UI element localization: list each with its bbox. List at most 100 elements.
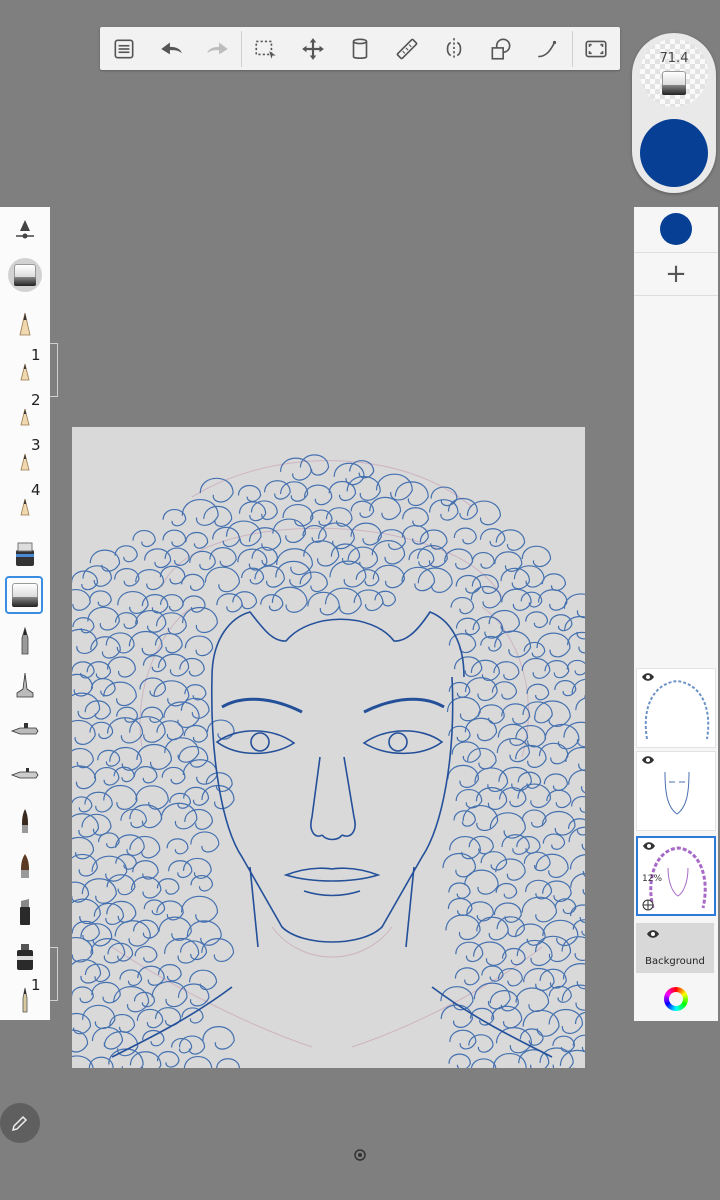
brush-eraser-selected[interactable] <box>0 573 50 617</box>
brush-airbrush[interactable] <box>0 709 50 753</box>
hair-curl-stroke <box>163 701 200 729</box>
hair-curl-stroke <box>429 499 459 521</box>
brush-variant-number: 1 <box>31 346 41 364</box>
fullscreen-button[interactable] <box>573 27 620 70</box>
hair-curl-stroke <box>114 567 140 587</box>
eraser-icon <box>12 583 38 607</box>
brush-group-bracket <box>50 343 58 397</box>
hair-curl-stroke <box>91 981 121 1004</box>
airbrush-icon <box>10 723 39 735</box>
shape-button[interactable] <box>478 27 525 70</box>
layer-color-swatch[interactable] <box>660 213 692 245</box>
eye-icon[interactable] <box>646 929 660 939</box>
color-wheel-icon[interactable] <box>664 987 688 1011</box>
fill-button[interactable] <box>336 27 383 70</box>
canvas-handle-icon[interactable] <box>354 1149 366 1161</box>
hair-curl-stroke <box>72 986 94 1004</box>
eye-icon[interactable] <box>641 755 655 765</box>
hair-curl-stroke <box>72 796 93 813</box>
layer-thumbnail-2[interactable] <box>636 751 716 831</box>
brush-pencil-2[interactable]: 2 <box>0 391 50 437</box>
hair-curl-stroke <box>89 721 114 740</box>
ruler-button[interactable] <box>384 27 431 70</box>
hair-curl-stroke <box>369 496 402 521</box>
layer-lock-icon <box>642 899 654 911</box>
hair-curl-stroke <box>570 873 585 895</box>
fullscreen-icon <box>585 40 608 57</box>
hair-curl-stroke <box>135 610 167 633</box>
pencil-icon <box>11 1115 28 1132</box>
brush-pencil-3[interactable]: 3 <box>0 436 50 482</box>
hair-curl-stroke <box>466 500 501 526</box>
drawing-canvas[interactable] <box>72 427 585 1068</box>
hair-curl-stroke <box>470 659 501 682</box>
hair-curl-stroke <box>542 833 566 850</box>
brush-properties-button[interactable] <box>0 207 50 251</box>
brush-pencil-1[interactable]: 1 <box>0 346 50 392</box>
brush-paintbrush-wide[interactable] <box>0 844 50 888</box>
undo-icon <box>160 42 182 54</box>
add-layer-button[interactable]: + <box>634 252 718 296</box>
hair-curl-stroke <box>516 836 541 854</box>
brush-felt-marker[interactable] <box>0 935 50 979</box>
hair-curl-stroke <box>299 571 328 593</box>
brush-group-bracket <box>50 947 58 1001</box>
brush-fountain-pen[interactable] <box>0 664 50 708</box>
brush-airbrush-fine[interactable] <box>0 753 50 797</box>
hair-curl-stroke <box>103 681 137 707</box>
layer-thumbnail-1[interactable] <box>636 668 716 748</box>
redo-button[interactable] <box>194 27 241 70</box>
layers-list-button[interactable] <box>100 27 147 70</box>
eye-icon[interactable] <box>641 672 655 682</box>
paintbrush-wide-icon <box>21 854 29 878</box>
hair-curl-stroke <box>144 548 172 569</box>
brush-variant-number: 4 <box>31 481 41 499</box>
symmetry-button[interactable] <box>431 27 478 70</box>
brush-properties-icon <box>16 220 34 239</box>
hair-curl-stroke <box>216 593 243 613</box>
background-layer-label: Background <box>645 956 705 967</box>
hair-curl-stroke <box>468 835 494 855</box>
brush-marker[interactable] <box>0 531 50 575</box>
hair-curl-stroke <box>453 527 477 545</box>
brush-chisel-marker[interactable] <box>0 890 50 934</box>
hair-curl-stroke <box>303 484 333 506</box>
selection-button[interactable] <box>242 27 289 70</box>
hair-curl-stroke <box>143 899 166 916</box>
hair-curl-stroke <box>468 1034 494 1053</box>
brush-variant-number: 1 <box>31 976 41 994</box>
brush-pencil[interactable] <box>0 303 50 347</box>
brush-fine-brush-1[interactable]: 1 <box>0 976 50 1022</box>
brush-ink-pen[interactable] <box>0 619 50 663</box>
layer-thumbnail-3-selected[interactable]: 12% <box>636 836 716 916</box>
hair-curl-stroke <box>471 574 499 595</box>
current-color-swatch[interactable] <box>640 119 708 187</box>
eye-icon[interactable] <box>642 841 656 851</box>
eraser-preview-icon <box>8 258 42 292</box>
hair-curl-stroke <box>534 935 572 963</box>
quick-tool-button[interactable] <box>0 1103 40 1143</box>
hair-curl-stroke <box>185 531 209 549</box>
brush-paintbrush[interactable] <box>0 799 50 843</box>
hair-curl-stroke <box>299 454 330 476</box>
hair-curl-stroke <box>498 787 527 808</box>
brush-preview-button[interactable] <box>0 253 50 297</box>
brush-size-preview[interactable]: 71.4 <box>640 39 708 107</box>
hair-curl-stroke <box>549 614 573 632</box>
layer-opacity-label: 12% <box>642 874 663 884</box>
undo-button[interactable] <box>147 27 194 70</box>
hair-curl-stroke <box>133 766 158 784</box>
curve-button[interactable] <box>525 27 572 70</box>
hair-curl-stroke <box>563 593 585 619</box>
hair-curl-stroke <box>476 916 509 941</box>
brush-pencil-4[interactable]: 4 <box>0 481 50 527</box>
hair-curl-stroke <box>515 987 550 1013</box>
hair-curl-stroke <box>72 898 101 925</box>
transform-button[interactable] <box>289 27 336 70</box>
hair-curl-stroke <box>496 738 531 763</box>
background-layer[interactable]: Background <box>636 923 714 973</box>
hair-curl-stroke <box>448 633 477 654</box>
hair-curl-stroke <box>453 656 483 678</box>
hair-curl-stroke <box>90 678 116 697</box>
hair-curl-stroke <box>164 737 200 763</box>
